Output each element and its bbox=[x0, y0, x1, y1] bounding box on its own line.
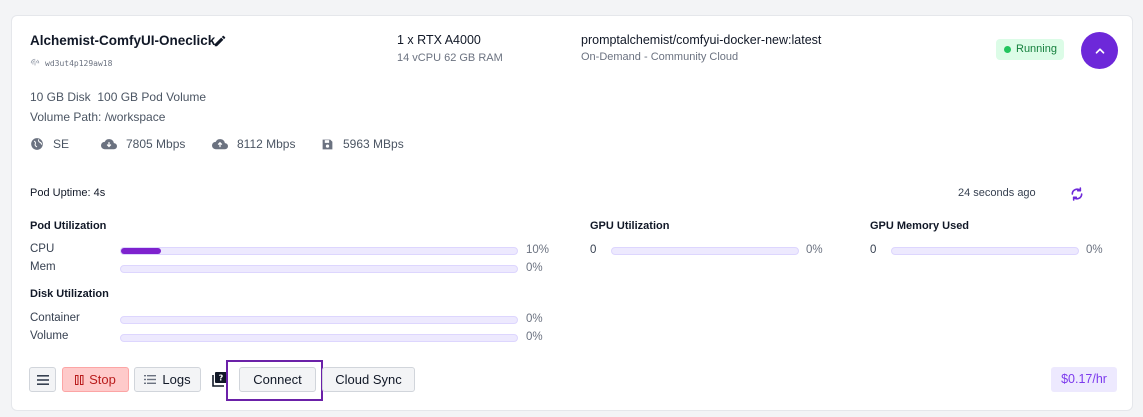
disk-size: 10 GB Disk bbox=[30, 90, 91, 104]
cloud-sync-button[interactable]: Cloud Sync bbox=[322, 367, 415, 392]
globe-icon bbox=[31, 138, 43, 150]
gpu-spec: 1 x RTX A4000 bbox=[397, 33, 481, 47]
edit-icon[interactable] bbox=[213, 34, 227, 48]
list-icon bbox=[144, 375, 157, 384]
volume-path: Volume Path: /workspace bbox=[30, 110, 166, 124]
pause-icon bbox=[75, 374, 84, 385]
gpu-index: 0 bbox=[590, 244, 597, 256]
container-image: promptalchemist/comfyui-docker-new:lates… bbox=[581, 33, 822, 47]
cpu-bar bbox=[120, 247, 518, 255]
region-stat: SE bbox=[30, 137, 101, 151]
refresh-icon[interactable] bbox=[1069, 186, 1085, 202]
storage-info: 10 GB Disk 100 GB Pod Volume bbox=[30, 90, 206, 104]
volume-bar bbox=[120, 334, 518, 342]
pod-utilization-title: Pod Utilization bbox=[30, 220, 107, 232]
save-icon bbox=[322, 139, 333, 149]
disk-speed-stat: 5963 MBps bbox=[321, 137, 404, 151]
connect-highlight-box bbox=[226, 360, 323, 401]
cloud-download-icon bbox=[101, 139, 117, 150]
status-badge: Running bbox=[996, 39, 1064, 60]
fingerprint-icon bbox=[30, 58, 40, 66]
disk-utilization-title: Disk Utilization bbox=[30, 288, 109, 300]
hourly-price: $0.17/hr bbox=[1051, 367, 1117, 392]
cloud-upload-icon bbox=[212, 139, 228, 150]
menu-button[interactable] bbox=[29, 367, 56, 392]
network-stats: SE 7805 Mbps 8112 Mbps 5963 MBps bbox=[30, 137, 404, 151]
logs-label: Logs bbox=[162, 372, 191, 387]
pod-id-row[interactable]: wd3ut4p129aw18 bbox=[30, 58, 112, 68]
chevron-up-icon bbox=[1095, 47, 1104, 54]
region-label: SE bbox=[53, 137, 70, 151]
container-label: Container bbox=[30, 312, 80, 324]
gpu-percent: 0% bbox=[806, 244, 823, 256]
pod-name: Alchemist-ComfyUI-Oneclick bbox=[30, 33, 216, 48]
gpu-bar bbox=[611, 247, 799, 255]
logs-button[interactable]: Logs bbox=[134, 367, 201, 392]
upload-stat: 8112 Mbps bbox=[212, 137, 321, 151]
hamburger-icon bbox=[36, 374, 49, 385]
pod-id: wd3ut4p129aw18 bbox=[45, 58, 113, 68]
cloud-sync-label: Cloud Sync bbox=[335, 372, 402, 387]
pod-card: Alchemist-ComfyUI-Oneclick wd3ut4p129aw1… bbox=[11, 15, 1133, 411]
download-stat: 7805 Mbps bbox=[101, 137, 212, 151]
cpu-label: CPU bbox=[30, 243, 55, 255]
mem-label: Mem bbox=[30, 261, 56, 273]
mem-bar bbox=[120, 265, 518, 273]
pod-volume-size: 100 GB Pod Volume bbox=[97, 90, 207, 104]
cpu-bar-fill bbox=[121, 248, 161, 254]
gpu-memory-bar bbox=[891, 247, 1079, 255]
download-speed: 7805 Mbps bbox=[126, 137, 186, 151]
container-bar bbox=[120, 316, 518, 324]
cloud-type: On-Demand - Community Cloud bbox=[581, 51, 739, 63]
container-percent: 0% bbox=[526, 313, 543, 325]
cpu-ram-spec: 14 vCPU 62 GB RAM bbox=[397, 52, 503, 64]
gpu-utilization-title: GPU Utilization bbox=[590, 220, 670, 232]
mem-percent: 0% bbox=[526, 262, 543, 274]
last-updated: 24 seconds ago bbox=[958, 187, 1036, 199]
stop-label: Stop bbox=[89, 372, 116, 387]
disk-speed: 5963 MBps bbox=[343, 137, 404, 151]
stop-button[interactable]: Stop bbox=[62, 367, 129, 392]
gpu-memory-title: GPU Memory Used bbox=[870, 220, 970, 232]
cpu-percent: 10% bbox=[526, 244, 550, 256]
gpu-memory-percent: 0% bbox=[1086, 244, 1103, 256]
volume-percent: 0% bbox=[526, 331, 543, 343]
svg-text:?: ? bbox=[219, 374, 224, 383]
gpu-memory-index: 0 bbox=[870, 244, 877, 256]
pod-uptime: Pod Uptime: 4s bbox=[30, 187, 106, 199]
upload-speed: 8112 Mbps bbox=[237, 137, 296, 151]
volume-label: Volume bbox=[30, 330, 69, 342]
collapse-button[interactable] bbox=[1081, 32, 1118, 69]
